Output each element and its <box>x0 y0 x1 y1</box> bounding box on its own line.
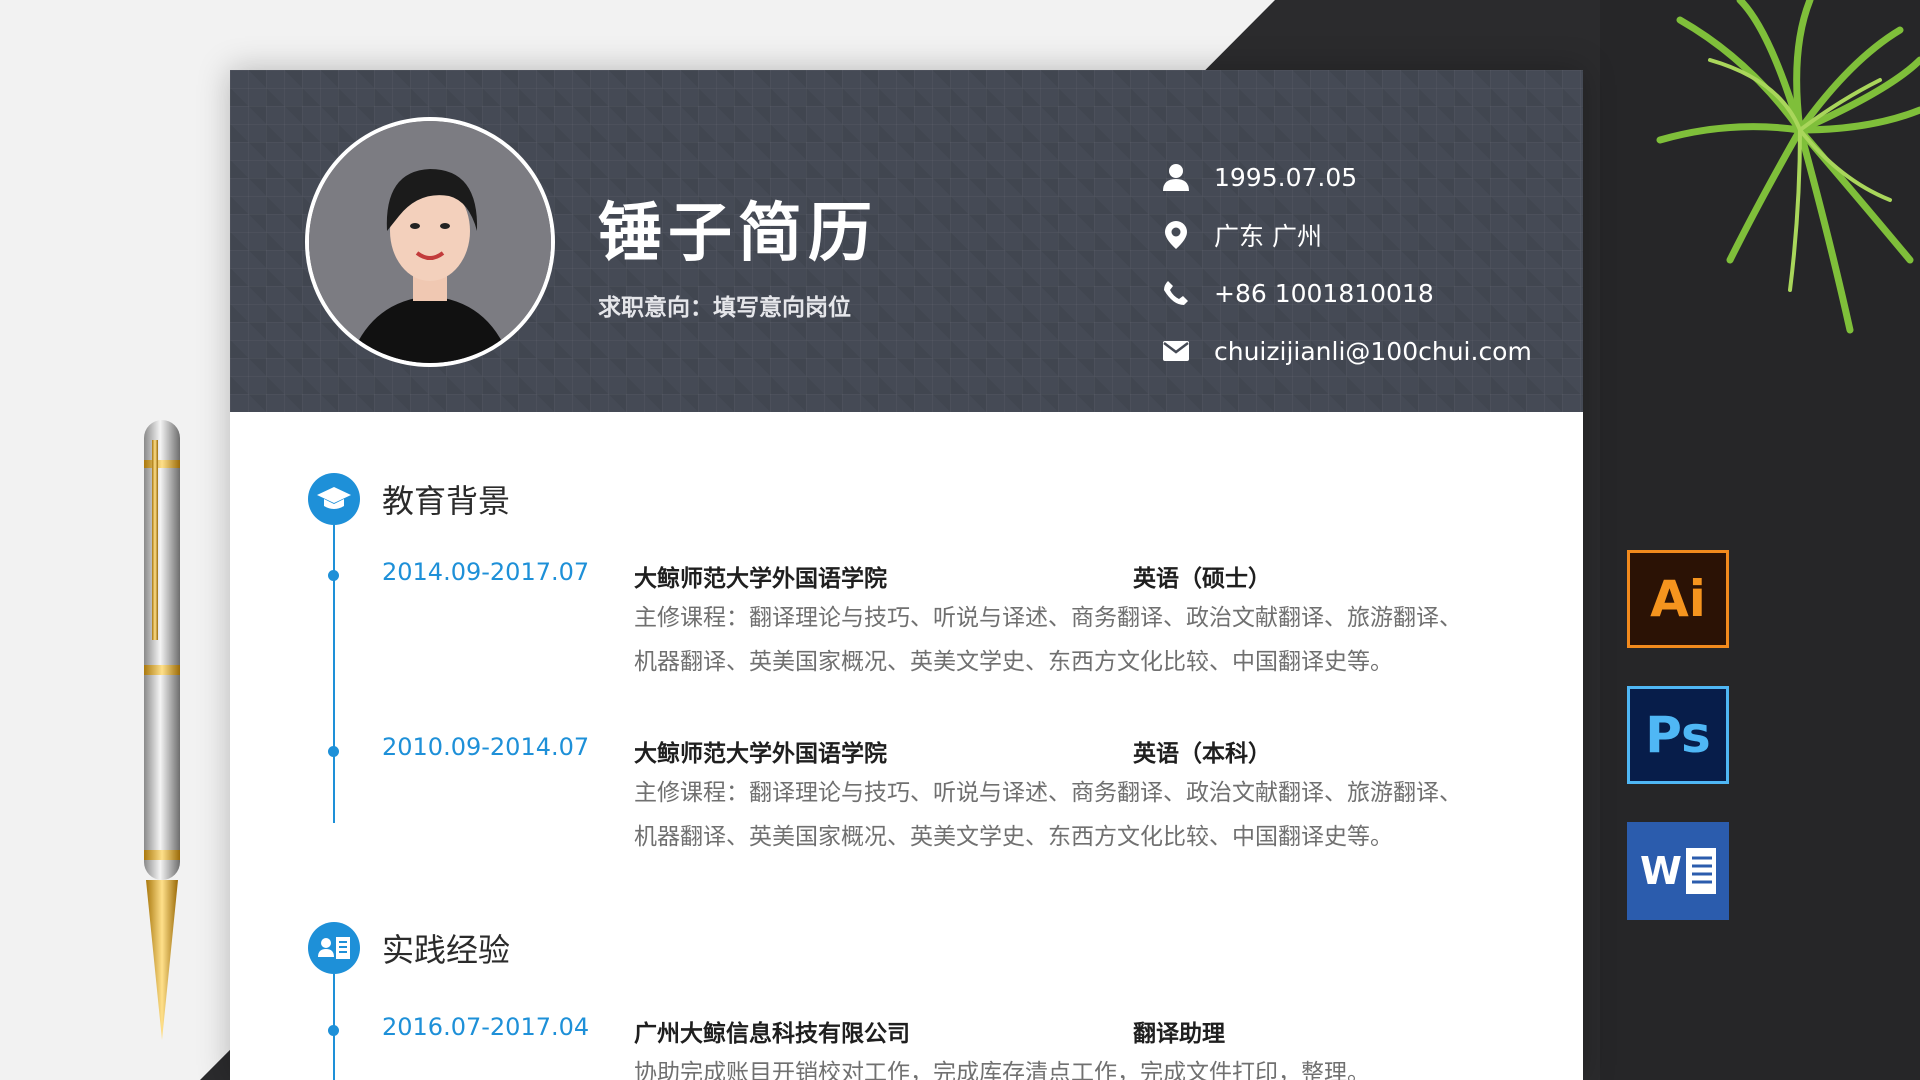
resume-header: 锤子简历 求职意向：填写意向岗位 1995.07.05 广东 广州 +86 10… <box>230 70 1583 412</box>
practice-section-title: 实践经验 <box>308 922 510 974</box>
description-line: 主修课程：翻译理论与技巧、听说与译述、商务翻译、政治文献翻译、旅游翻译、 <box>634 780 1462 806</box>
timeline-dot <box>328 1025 339 1036</box>
practice-date: 2016.07-2017.04 <box>382 1013 590 1041</box>
fountain-pen-decoration <box>144 420 180 1040</box>
education-school: 大鲸师范大学外国语学院 <box>634 741 887 767</box>
location-row: 广东 广州 <box>1160 206 1560 264</box>
resume-name: 锤子简历 <box>598 197 878 271</box>
graduation-cap-icon <box>308 473 360 525</box>
profile-card-icon <box>308 922 360 974</box>
job-intent: 求职意向：填写意向岗位 <box>598 295 851 321</box>
phone-text: +86 1001810018 <box>1214 278 1434 308</box>
education-description: 主修课程：翻译理论与技巧、听说与译述、商务翻译、政治文献翻译、旅游翻译、 机器翻… <box>634 771 1514 859</box>
timeline-dot <box>328 746 339 757</box>
education-section-title: 教育背景 <box>308 473 510 525</box>
education-degree: 英语（本科） <box>1133 741 1271 767</box>
practice-company: 广州大鲸信息科技有限公司 <box>634 1021 910 1047</box>
location-icon <box>1160 219 1192 251</box>
education-degree: 英语（硕士） <box>1133 566 1271 592</box>
birthdate-text: 1995.07.05 <box>1214 162 1358 192</box>
photoshop-icon: Ps <box>1627 686 1729 784</box>
contact-info: 1995.07.05 广东 广州 +86 1001810018 chuiziji… <box>1160 148 1560 380</box>
phone-icon <box>1160 277 1192 309</box>
resume-page: 锤子简历 求职意向：填写意向岗位 1995.07.05 广东 广州 +86 10… <box>230 70 1583 1080</box>
education-school: 大鲸师范大学外国语学院 <box>634 566 887 592</box>
birthdate-row: 1995.07.05 <box>1160 148 1560 206</box>
practice-title: 实践经验 <box>382 931 511 969</box>
education-description: 主修课程：翻译理论与技巧、听说与译述、商务翻译、政治文献翻译、旅游翻译、 机器翻… <box>634 596 1514 684</box>
education-title: 教育背景 <box>382 482 511 520</box>
description-line: 机器翻译、英美国家概况、英美文学史、东西方文化比较、中国翻译史等。 <box>634 649 1393 675</box>
profile-photo <box>305 117 555 367</box>
description-line: 机器翻译、英美国家概况、英美文学史、东西方文化比较、中国翻译史等。 <box>634 824 1393 850</box>
illustrator-icon: Ai <box>1627 550 1729 648</box>
description-line: 主修课程：翻译理论与技巧、听说与译述、商务翻译、政治文献翻译、旅游翻译、 <box>634 605 1462 631</box>
email-text: chuizijianli@100chui.com <box>1214 336 1532 366</box>
person-icon <box>1160 161 1192 193</box>
description-line: 协助完成账目开销校对工作，完成库存清点工作，完成文件打印，整理。 <box>634 1060 1370 1080</box>
timeline-dot <box>328 570 339 581</box>
education-date: 2010.09-2014.07 <box>382 733 590 761</box>
phone-row: +86 1001810018 <box>1160 264 1560 322</box>
location-text: 广东 广州 <box>1214 222 1322 251</box>
plant-decoration <box>1656 0 1920 334</box>
practice-description: 协助完成账目开销校对工作，完成库存清点工作，完成文件打印，整理。 <box>634 1051 1514 1080</box>
email-row: chuizijianli@100chui.com <box>1160 322 1560 380</box>
mail-icon <box>1160 335 1192 367</box>
education-date: 2014.09-2017.07 <box>382 558 590 586</box>
word-icon: W <box>1627 822 1729 920</box>
practice-role: 翻译助理 <box>1133 1021 1225 1047</box>
